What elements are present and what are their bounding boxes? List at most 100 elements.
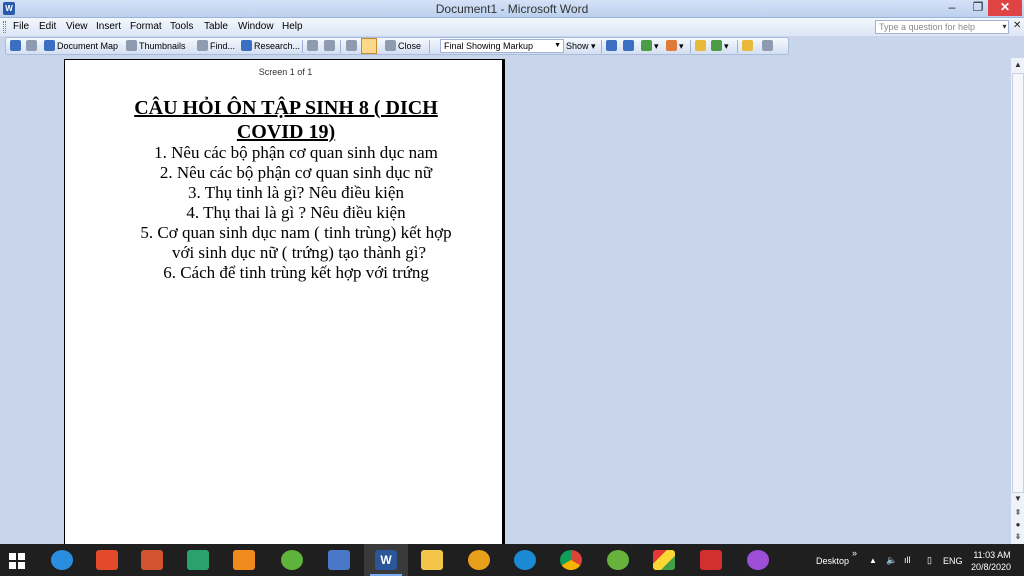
taskbar-chicken-app[interactable]	[457, 544, 501, 576]
close-window-button[interactable]: ✕	[988, 0, 1022, 16]
taskbar-edge[interactable]	[503, 544, 547, 576]
clock-date[interactable]: 20/8/2020	[962, 562, 1020, 572]
menu-window[interactable]: Window	[238, 21, 274, 32]
vertical-scrollbar[interactable]: ▲ ▼ ⇞ ● ⇟	[1010, 58, 1024, 544]
taskbar-media-player[interactable]	[222, 544, 266, 576]
taskbar-internet-explorer[interactable]	[40, 544, 84, 576]
one-page-button[interactable]	[346, 39, 359, 53]
media-player-icon	[233, 550, 255, 570]
markup-mode-select[interactable]: Final Showing Markup ▼	[440, 39, 564, 53]
previous-change-button[interactable]	[606, 39, 619, 53]
menu-tools[interactable]: Tools	[170, 21, 193, 32]
taskbar-green-leaf-app-2[interactable]	[596, 544, 640, 576]
menu-grip-handle[interactable]	[3, 21, 6, 33]
full-screen-button[interactable]	[762, 39, 775, 53]
close-preview-button[interactable]: Close	[385, 39, 421, 53]
new-comment-button[interactable]	[695, 39, 708, 53]
save-button[interactable]	[10, 39, 23, 53]
color-blocks-icon	[653, 550, 675, 570]
taskbar-monitor-app[interactable]	[317, 544, 361, 576]
markup-mode-value: Final Showing Markup	[444, 41, 534, 51]
taskbar-grid-app[interactable]	[85, 544, 129, 576]
taskbar-chrome[interactable]	[549, 544, 593, 576]
thumbnails-button[interactable]: Thumbnails	[126, 39, 186, 53]
taskbar-kaspersky[interactable]	[689, 544, 733, 576]
next-change-button[interactable]	[623, 39, 636, 53]
menu-insert[interactable]: Insert	[96, 21, 121, 32]
chrome-icon	[560, 550, 582, 570]
clock-time[interactable]: 11:03 AM	[966, 549, 1018, 561]
home-app-icon	[187, 550, 209, 570]
internet-explorer-icon	[51, 550, 73, 570]
zoom-out-button[interactable]	[324, 39, 337, 53]
taskbar-presentation-app[interactable]	[130, 544, 174, 576]
title-line-2: COVID 19)	[236, 121, 336, 143]
document-map-button[interactable]: Document Map	[44, 39, 118, 53]
title-bar: W Document1 - Microsoft Word ‒ ❐ ✕	[0, 0, 1024, 18]
next-page-icon[interactable]: ⇟	[1011, 530, 1024, 544]
highlight-changes-button[interactable]: ▾	[711, 39, 729, 53]
document-page[interactable]: Screen 1 of 1 CÂU HỎI ÔN TẬP SINH 8 ( DI…	[64, 59, 505, 544]
menu-view[interactable]: View	[66, 21, 88, 32]
menu-bar: File Edit View Insert Format Tools Table…	[0, 18, 1024, 36]
file-explorer-icon	[421, 550, 443, 570]
taskbar-home-app[interactable]	[176, 544, 220, 576]
close-document-icon[interactable]: ✕	[1013, 20, 1021, 31]
zoom-in-button[interactable]	[307, 39, 320, 53]
research-button[interactable]: Research...	[241, 39, 300, 53]
menu-format[interactable]: Format	[130, 21, 162, 32]
toolbar-separator	[429, 40, 430, 53]
volume-icon[interactable]: 🔈	[886, 555, 897, 566]
menu-table[interactable]: Table	[204, 21, 228, 32]
reject-change-icon	[666, 40, 677, 51]
screen-view-toggle-icon[interactable]	[361, 38, 377, 54]
question-line: 1. Nêu các bộ phận cơ quan sinh dục nam	[154, 143, 438, 162]
reject-change-button[interactable]: ▾	[666, 39, 684, 53]
taskbar-green-leaf-app[interactable]	[270, 544, 314, 576]
menu-help[interactable]: Help	[282, 21, 303, 32]
word-icon: W	[375, 550, 397, 570]
close-preview-icon	[385, 40, 396, 51]
scroll-up-icon[interactable]: ▲	[1011, 58, 1024, 72]
show-menu-button[interactable]: Show ▾	[566, 39, 596, 53]
accept-change-icon	[641, 40, 652, 51]
language-indicator[interactable]: ENG	[943, 556, 963, 566]
binoculars-icon	[197, 40, 208, 51]
help-dropdown-icon[interactable]: ▾	[1000, 20, 1009, 34]
find-button[interactable]: Find...	[197, 39, 235, 53]
highlight-icon	[711, 40, 722, 51]
taskbar: W Desktop » ▲ 🔈 ıll ▯ ENG 11:03 AM 20/8/…	[0, 544, 1024, 576]
reviewing-pane-button[interactable]	[742, 39, 755, 53]
taskbar-color-blocks-app[interactable]	[642, 544, 686, 576]
question-line-continuation: với sinh dục nữ ( trứng) tạo thành gì?	[171, 243, 427, 262]
question-line: 4. Thụ thai là gì ? Nêu điều kiện	[186, 203, 406, 222]
taskbar-file-explorer[interactable]	[410, 544, 454, 576]
network-icon[interactable]: ıll	[904, 555, 911, 565]
minimize-button[interactable]: ‒	[938, 0, 966, 16]
scroll-down-icon[interactable]: ▼	[1011, 492, 1024, 506]
show-hidden-icons-icon[interactable]: ▲	[869, 556, 877, 565]
window-title: Document1 - Microsoft Word	[435, 2, 589, 16]
chevron-right-icon[interactable]: »	[852, 548, 857, 558]
print-button[interactable]	[26, 39, 39, 53]
edge-icon	[514, 550, 536, 570]
menu-edit[interactable]: Edit	[39, 21, 56, 32]
scrollbar-thumb[interactable]	[1012, 73, 1024, 493]
full-screen-icon	[762, 40, 773, 51]
help-search-input[interactable]: Type a question for help	[875, 20, 1009, 34]
toolbar-separator	[302, 40, 303, 53]
thumbnails-icon	[126, 40, 137, 51]
question-list: 1. Nêu các bộ phận cơ quan sinh dục nam …	[121, 143, 471, 283]
start-button[interactable]	[0, 544, 44, 576]
taskbar-word[interactable]: W	[364, 544, 408, 576]
desktop-toolbar-label[interactable]: Desktop	[816, 556, 849, 566]
next-change-icon	[623, 40, 634, 51]
battery-icon[interactable]: ▯	[927, 555, 932, 566]
one-page-icon	[346, 40, 357, 51]
menu-file[interactable]: File	[13, 21, 29, 32]
taskbar-flower-app[interactable]	[736, 544, 780, 576]
reviewing-pane-icon	[742, 40, 753, 51]
question-line: 5. Cơ quan sinh dục nam ( tinh trùng) kế…	[140, 223, 452, 242]
windows-logo-icon	[9, 553, 25, 569]
accept-change-button[interactable]: ▾	[641, 39, 659, 53]
